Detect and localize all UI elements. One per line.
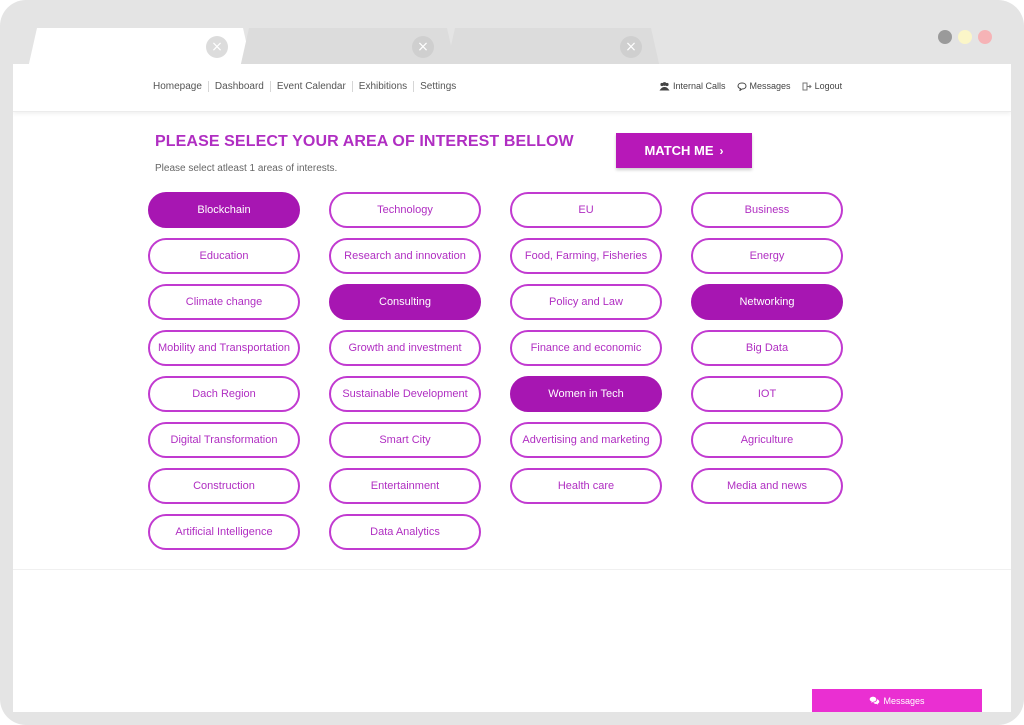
interest-pill[interactable]: Networking <box>691 284 843 320</box>
interest-pill[interactable]: Growth and investment <box>329 330 481 366</box>
interest-pill[interactable]: Data Analytics <box>329 514 481 550</box>
window-close-icon[interactable] <box>978 30 992 44</box>
interest-grid: Blockchain Technology EU Business Education R… <box>148 192 843 550</box>
interest-pill[interactable]: Mobility and Transportation <box>148 330 300 366</box>
interest-pill[interactable]: Construction <box>148 468 300 504</box>
nav-link-dashboard[interactable]: Dashboard <box>209 81 270 92</box>
interest-pill[interactable]: Women in Tech <box>510 376 662 412</box>
tab-close-icon[interactable]: × <box>412 36 434 58</box>
match-me-label: MATCH ME <box>644 143 714 158</box>
interest-pill[interactable]: Technology <box>329 192 481 228</box>
interest-pill[interactable]: Food, Farming, Fisheries <box>510 238 662 274</box>
nav-link-event-calendar[interactable]: Event Calendar <box>271 81 352 92</box>
tab-close-icon[interactable]: × <box>206 36 228 58</box>
interest-pill[interactable]: Finance and economic <box>510 330 662 366</box>
chat-bubbles-icon <box>870 696 880 705</box>
interest-pill[interactable]: Energy <box>691 238 843 274</box>
interest-pill[interactable]: IOT <box>691 376 843 412</box>
messages-chat-bar[interactable]: Messages <box>812 689 982 712</box>
users-icon <box>659 81 670 90</box>
nav-user-actions: Internal Calls Messages Logout <box>659 81 853 91</box>
interest-pill[interactable]: Smart City <box>329 422 481 458</box>
messages-chat-label: Messages <box>883 695 925 706</box>
nav-links: Homepage Dashboard Event Calendar Exhibi… <box>153 81 462 92</box>
interest-pill[interactable]: Big Data <box>691 330 843 366</box>
interest-pill[interactable]: Digital Transformation <box>148 422 300 458</box>
interest-pill[interactable]: Research and innovation <box>329 238 481 274</box>
interest-pill[interactable]: Policy and Law <box>510 284 662 320</box>
match-me-button[interactable]: MATCH ME › <box>616 133 752 168</box>
window-maximize-icon[interactable] <box>958 30 972 44</box>
logout-icon <box>802 82 812 90</box>
interest-pill[interactable]: Business <box>691 192 843 228</box>
browser-tab-1[interactable]: × <box>28 28 252 68</box>
internal-calls-link[interactable]: Internal Calls <box>659 81 726 91</box>
window-minimize-icon[interactable] <box>938 30 952 44</box>
logout-label: Logout <box>814 81 843 91</box>
interest-pill[interactable]: Advertising and marketing <box>510 422 662 458</box>
page-title: PLEASE SELECT YOUR AREA OF INTEREST BELL… <box>155 133 574 150</box>
interest-pill[interactable]: Climate change <box>148 284 300 320</box>
top-navigation: Homepage Dashboard Event Calendar Exhibi… <box>13 64 1011 112</box>
interest-pill[interactable]: EU <box>510 192 662 228</box>
interest-pill[interactable]: Media and news <box>691 468 843 504</box>
nav-link-settings[interactable]: Settings <box>414 81 462 92</box>
interest-pill[interactable]: Consulting <box>329 284 481 320</box>
nav-link-homepage[interactable]: Homepage <box>153 81 208 92</box>
internal-calls-label: Internal Calls <box>673 81 726 91</box>
nav-link-exhibitions[interactable]: Exhibitions <box>353 81 413 92</box>
interest-pill[interactable]: Dach Region <box>148 376 300 412</box>
messages-label: Messages <box>749 81 791 91</box>
interest-pill[interactable]: Blockchain <box>148 192 300 228</box>
page-viewport: Homepage Dashboard Event Calendar Exhibi… <box>13 64 1011 712</box>
chat-bubble-icon <box>737 81 747 91</box>
browser-tab-2[interactable]: × <box>240 28 456 68</box>
interest-pill[interactable]: Education <box>148 238 300 274</box>
page-instructions: Please select atleast 1 areas of interes… <box>155 163 338 174</box>
browser-tab-3[interactable]: × <box>446 28 660 68</box>
chevron-right-icon: › <box>719 143 724 158</box>
interest-pill[interactable]: Entertainment <box>329 468 481 504</box>
interest-pill[interactable]: Sustainable Development <box>329 376 481 412</box>
tab-close-icon[interactable]: × <box>620 36 642 58</box>
logout-link[interactable]: Logout <box>802 81 843 91</box>
messages-link[interactable]: Messages <box>737 81 791 91</box>
interest-pill[interactable]: Artificial Intelligence <box>148 514 300 550</box>
interest-pill[interactable]: Health care <box>510 468 662 504</box>
interest-pill[interactable]: Agriculture <box>691 422 843 458</box>
content-divider <box>13 569 1011 570</box>
